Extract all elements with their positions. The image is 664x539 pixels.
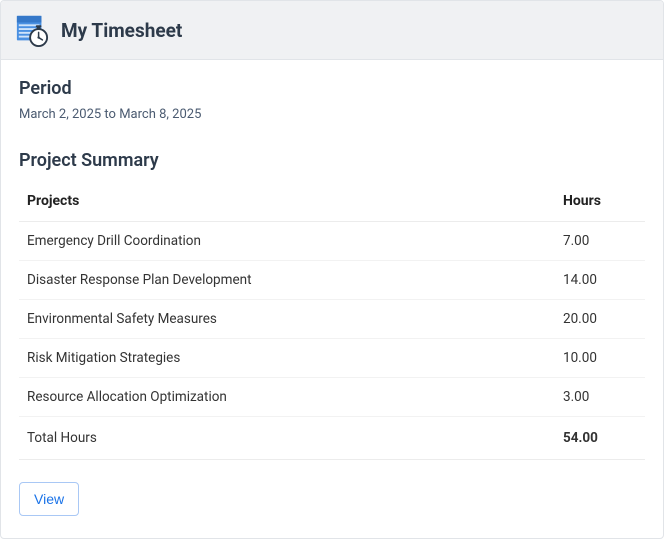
card-title: My Timesheet	[61, 19, 182, 42]
row-hours: 3.00	[555, 378, 645, 417]
table-header-row: Projects Hours	[19, 181, 645, 222]
timesheet-clock-icon	[15, 13, 49, 47]
table-row: Risk Mitigation Strategies 10.00	[19, 339, 645, 378]
row-project: Emergency Drill Coordination	[19, 222, 555, 261]
row-hours: 7.00	[555, 222, 645, 261]
table-row: Resource Allocation Optimization 3.00	[19, 378, 645, 417]
period-heading: Period	[19, 78, 645, 99]
row-hours: 14.00	[555, 261, 645, 300]
period-range: March 2, 2025 to March 8, 2025	[19, 107, 645, 122]
col-header-projects: Projects	[19, 181, 555, 222]
row-hours: 20.00	[555, 300, 645, 339]
view-button[interactable]: View	[19, 482, 79, 516]
row-project: Resource Allocation Optimization	[19, 378, 555, 417]
project-summary-heading: Project Summary	[19, 150, 645, 171]
project-summary-table: Projects Hours Emergency Drill Coordinat…	[19, 181, 645, 460]
card-body: Period March 2, 2025 to March 8, 2025 Pr…	[1, 60, 663, 538]
col-header-hours: Hours	[555, 181, 645, 222]
row-project: Disaster Response Plan Development	[19, 261, 555, 300]
table-body: Emergency Drill Coordination 7.00 Disast…	[19, 222, 645, 460]
card-header: My Timesheet	[1, 1, 663, 60]
table-row: Disaster Response Plan Development 14.00	[19, 261, 645, 300]
row-hours: 10.00	[555, 339, 645, 378]
table-row: Environmental Safety Measures 20.00	[19, 300, 645, 339]
timesheet-card: My Timesheet Period March 2, 2025 to Mar…	[0, 0, 664, 539]
table-row: Emergency Drill Coordination 7.00	[19, 222, 645, 261]
table-total-row: Total Hours 54.00	[19, 417, 645, 460]
total-hours: 54.00	[555, 417, 645, 460]
row-project: Environmental Safety Measures	[19, 300, 555, 339]
row-project: Risk Mitigation Strategies	[19, 339, 555, 378]
total-label: Total Hours	[19, 417, 555, 460]
